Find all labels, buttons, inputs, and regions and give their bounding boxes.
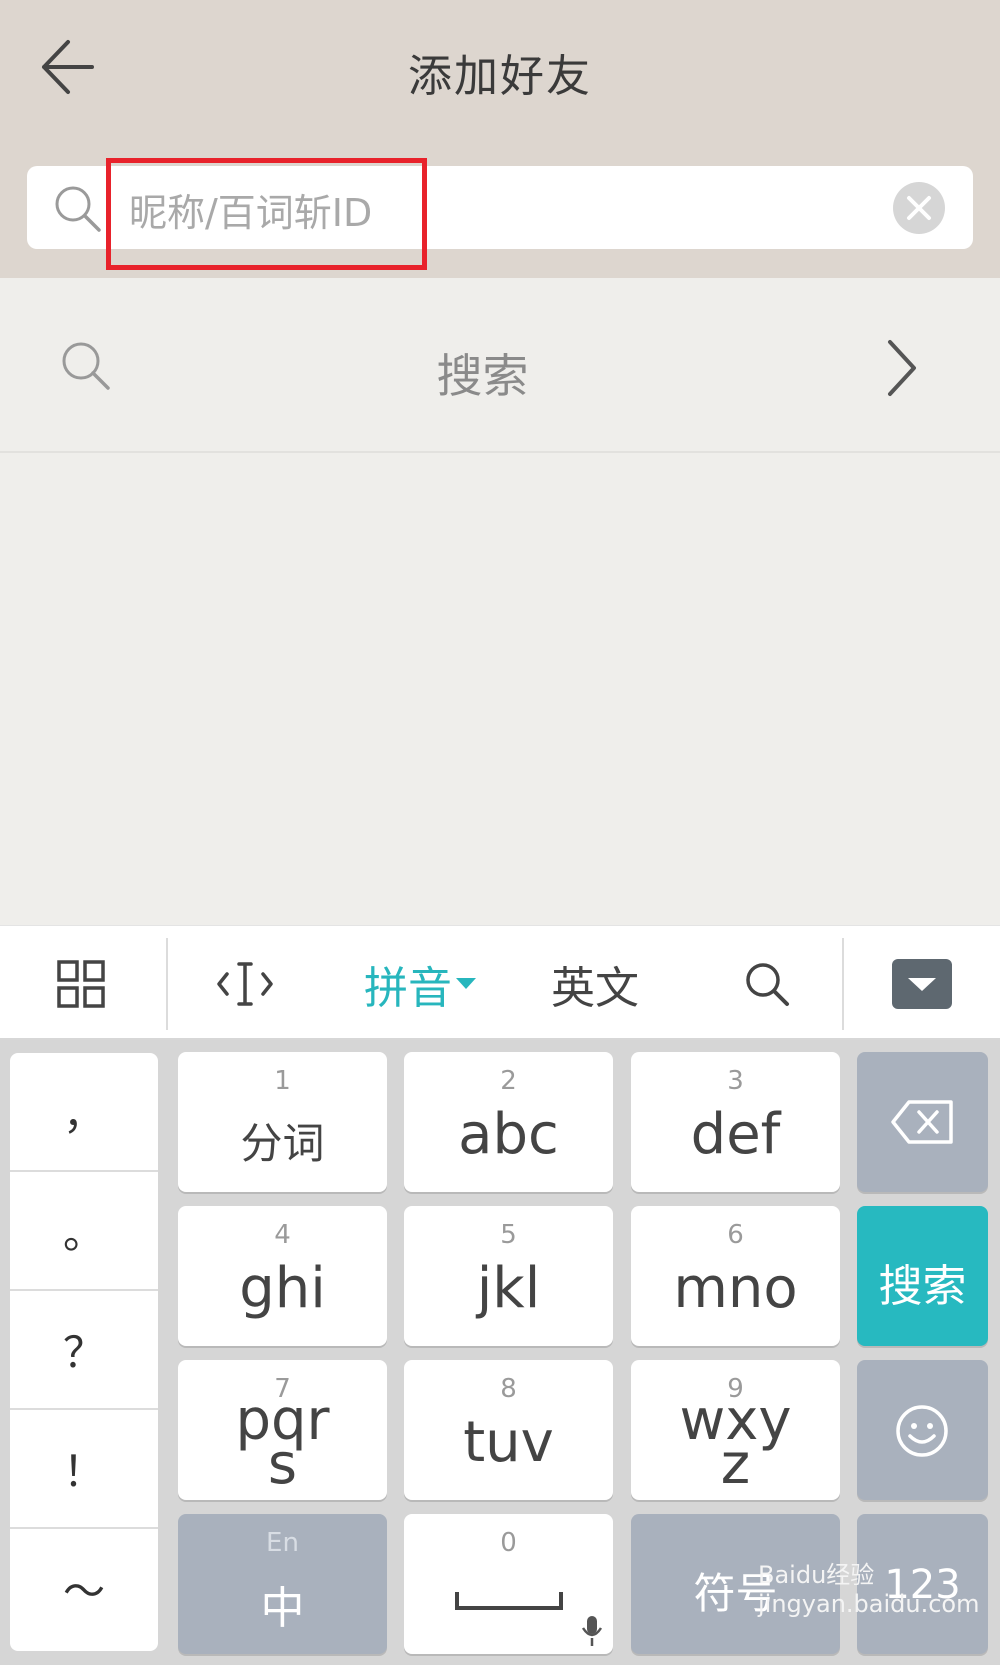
lang-label: 中 [260,1583,305,1634]
key-label: abc [458,1102,559,1167]
grid-icon[interactable] [30,926,132,1041]
search-key-label: 搜索 [878,1261,967,1312]
key-number: 4 [274,1220,291,1250]
key-number: 5 [500,1220,517,1250]
key-label-extra: s [267,1432,298,1497]
toolbar-divider [166,938,168,1030]
key-7[interactable]: 7 pqr s [178,1360,387,1500]
key-number: 3 [727,1066,744,1096]
english-label: 英文 [551,962,639,1014]
key-number: 0 [500,1528,517,1558]
ime-toolbar: 拼音 英文 [0,925,1000,1040]
smiley-icon [896,1405,948,1457]
punct-key-tilde[interactable]: ～ [10,1529,158,1648]
watermark: Baidu经验 jingyan.baidu.com [758,1561,980,1618]
key-label: def [690,1102,781,1167]
search-icon [51,182,105,236]
key-label-extra: z [720,1432,751,1497]
backspace-key[interactable] [857,1052,988,1192]
key-label: mno [673,1256,798,1321]
punctuation-column: ， 。 ？ ！ ～ [10,1053,158,1651]
dropdown-triangle-icon [456,978,476,989]
key-label: 分词 [240,1119,325,1168]
key-number: 2 [500,1066,517,1096]
page-title: 添加好友 [408,51,592,102]
lang-top-label: En [266,1528,299,1558]
key-1[interactable]: 1 分词 [178,1052,387,1192]
toolbar-divider [842,938,844,1030]
key-5[interactable]: 5 jkl [404,1206,613,1346]
english-mode-button[interactable]: 英文 [540,926,650,1041]
microphone-icon [581,1616,603,1646]
clear-icon[interactable] [893,182,945,234]
key-label: ghi [239,1256,326,1321]
key-2[interactable]: 2 abc [404,1052,613,1192]
key-label: jkl [476,1256,541,1321]
punct-key-comma[interactable]: ， [10,1053,158,1172]
space-bar-icon [455,1592,563,1610]
search-key[interactable]: 搜索 [857,1206,988,1346]
ime-search-icon[interactable] [735,926,799,1041]
search-action-label: 搜索 [436,349,529,403]
key-label: tuv [463,1410,554,1475]
search-action-row[interactable]: 搜索 [0,278,1000,453]
pinyin-mode-button[interactable]: 拼音 [355,926,485,1041]
backspace-icon [891,1100,953,1144]
key-number: 1 [274,1066,291,1096]
key-8[interactable]: 8 tuv [404,1360,613,1500]
key-9[interactable]: 9 wxy z [631,1360,840,1500]
space-key[interactable]: 0 [404,1514,613,1654]
language-switch-key[interactable]: En 中 [178,1514,387,1654]
punct-key-exclamation[interactable]: ！ [10,1410,158,1529]
hide-keyboard-icon[interactable] [888,926,956,1041]
chevron-right-icon [880,336,924,400]
key-6[interactable]: 6 mno [631,1206,840,1346]
emoji-key[interactable] [857,1360,988,1500]
pinyin-label: 拼音 [364,962,452,1014]
cursor-icon[interactable] [200,926,290,1041]
key-4[interactable]: 4 ghi [178,1206,387,1346]
punct-key-period[interactable]: 。 [10,1172,158,1291]
key-number: 8 [500,1374,517,1404]
punct-key-question[interactable]: ？ [10,1291,158,1410]
highlight-box [106,158,427,270]
key-number: 6 [727,1220,744,1250]
key-3[interactable]: 3 def [631,1052,840,1192]
